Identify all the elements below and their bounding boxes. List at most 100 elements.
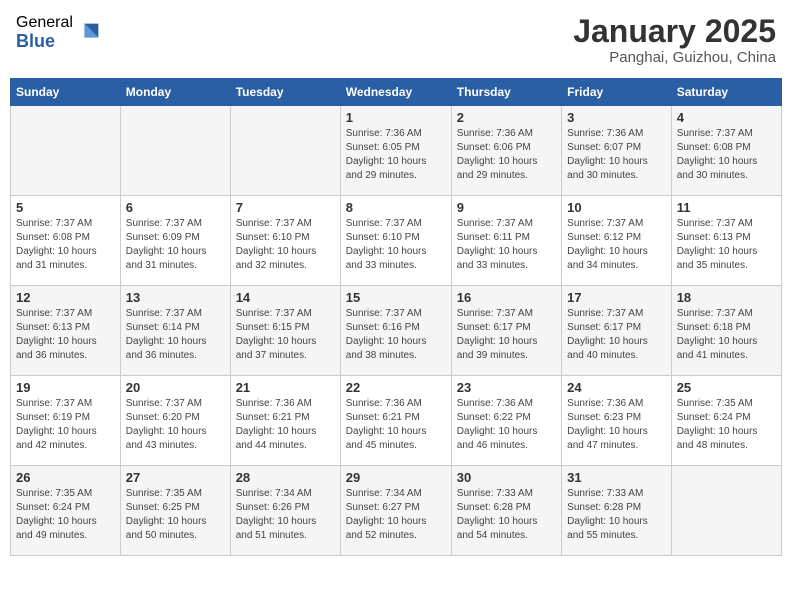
day-number: 30 [457,470,556,485]
calendar-cell: 30 Sunrise: 7:33 AMSunset: 6:28 PMDayligh… [451,466,561,556]
day-info: Sunrise: 7:35 AMSunset: 6:24 PMDaylight:… [16,487,115,543]
day-info: Sunrise: 7:37 AMSunset: 6:08 PMDaylight:… [16,217,115,273]
day-number: 11 [677,200,776,215]
weekday-header: Saturday [671,79,781,106]
calendar-cell: 28 Sunrise: 7:34 AMSunset: 6:26 PMDayligh… [230,466,340,556]
day-info: Sunrise: 7:35 AMSunset: 6:24 PMDaylight:… [677,397,776,453]
day-info: Sunrise: 7:37 AMSunset: 6:12 PMDaylight:… [567,217,666,273]
weekday-header: Tuesday [230,79,340,106]
day-info: Sunrise: 7:37 AMSunset: 6:13 PMDaylight:… [677,217,776,273]
day-number: 25 [677,380,776,395]
logo: General Blue [16,14,103,51]
day-number: 26 [16,470,115,485]
calendar-cell: 8 Sunrise: 7:37 AMSunset: 6:10 PMDaylight… [340,196,451,286]
day-number: 4 [677,110,776,125]
day-number: 1 [346,110,446,125]
day-number: 3 [567,110,666,125]
day-number: 17 [567,290,666,305]
logo-icon [75,19,103,47]
day-number: 9 [457,200,556,215]
day-info: Sunrise: 7:36 AMSunset: 6:21 PMDaylight:… [236,397,335,453]
day-number: 15 [346,290,446,305]
title-block: January 2025 Panghai, Guizhou, China [573,14,776,66]
page-header: General Blue January 2025 Panghai, Guizh… [10,10,782,70]
calendar-week-row: 5 Sunrise: 7:37 AMSunset: 6:08 PMDaylight… [11,196,782,286]
calendar-cell: 2Sunrise: 7:36 AMSunset: 6:06 PMDaylight… [451,106,561,196]
logo-blue: Blue [16,32,73,52]
day-number: 21 [236,380,335,395]
day-info: Sunrise: 7:36 AMSunset: 6:05 PMDaylight:… [346,127,446,183]
day-number: 8 [346,200,446,215]
calendar-cell: 3 Sunrise: 7:36 AMSunset: 6:07 PMDaylight… [562,106,672,196]
calendar-week-row: 26 Sunrise: 7:35 AMSunset: 6:24 PMDayligh… [11,466,782,556]
calendar-cell: 18Sunrise: 7:37 AMSunset: 6:18 PMDayligh… [671,286,781,376]
calendar-cell: 9Sunrise: 7:37 AMSunset: 6:11 PMDaylight… [451,196,561,286]
day-number: 18 [677,290,776,305]
calendar-week-row: 1 Sunrise: 7:36 AMSunset: 6:05 PMDaylight… [11,106,782,196]
calendar-cell: 23Sunrise: 7:36 AMSunset: 6:22 PMDayligh… [451,376,561,466]
calendar-cell: 26 Sunrise: 7:35 AMSunset: 6:24 PMDayligh… [11,466,121,556]
calendar-cell: 13 Sunrise: 7:37 AMSunset: 6:14 PMDayligh… [120,286,230,376]
calendar-cell: 22 Sunrise: 7:36 AMSunset: 6:21 PMDayligh… [340,376,451,466]
day-number: 31 [567,470,666,485]
day-number: 13 [126,290,225,305]
day-info: Sunrise: 7:36 AMSunset: 6:21 PMDaylight:… [346,397,446,453]
calendar-cell: 24 Sunrise: 7:36 AMSunset: 6:23 PMDayligh… [562,376,672,466]
calendar-cell: 15 Sunrise: 7:37 AMSunset: 6:16 PMDayligh… [340,286,451,376]
calendar-cell: 25 Sunrise: 7:35 AMSunset: 6:24 PMDayligh… [671,376,781,466]
location: Panghai, Guizhou, China [573,49,776,66]
day-number: 27 [126,470,225,485]
day-number: 28 [236,470,335,485]
calendar-cell: 27 Sunrise: 7:35 AMSunset: 6:25 PMDayligh… [120,466,230,556]
month-title: January 2025 [573,14,776,49]
day-number: 5 [16,200,115,215]
day-info: Sunrise: 7:37 AMSunset: 6:19 PMDaylight:… [16,397,115,453]
day-info: Sunrise: 7:37 AMSunset: 6:09 PMDaylight:… [126,217,225,273]
day-info: Sunrise: 7:37 AMSunset: 6:10 PMDaylight:… [346,217,446,273]
calendar-cell: 29Sunrise: 7:34 AMSunset: 6:27 PMDayligh… [340,466,451,556]
day-number: 19 [16,380,115,395]
calendar-cell: 11 Sunrise: 7:37 AMSunset: 6:13 PMDayligh… [671,196,781,286]
day-number: 14 [236,290,335,305]
calendar-cell: 7Sunrise: 7:37 AMSunset: 6:10 PMDaylight… [230,196,340,286]
weekday-header: Monday [120,79,230,106]
day-info: Sunrise: 7:36 AMSunset: 6:23 PMDaylight:… [567,397,666,453]
calendar-cell: 17Sunrise: 7:37 AMSunset: 6:17 PMDayligh… [562,286,672,376]
weekday-header: Thursday [451,79,561,106]
day-number: 6 [126,200,225,215]
calendar-cell [671,466,781,556]
day-info: Sunrise: 7:33 AMSunset: 6:28 PMDaylight:… [457,487,556,543]
day-info: Sunrise: 7:37 AMSunset: 6:10 PMDaylight:… [236,217,335,273]
calendar-cell: 10 Sunrise: 7:37 AMSunset: 6:12 PMDayligh… [562,196,672,286]
calendar-cell: 5 Sunrise: 7:37 AMSunset: 6:08 PMDaylight… [11,196,121,286]
logo-general: General [16,14,73,32]
day-info: Sunrise: 7:37 AMSunset: 6:08 PMDaylight:… [677,127,776,183]
day-info: Sunrise: 7:37 AMSunset: 6:16 PMDaylight:… [346,307,446,363]
weekday-header: Wednesday [340,79,451,106]
day-number: 16 [457,290,556,305]
day-number: 22 [346,380,446,395]
day-number: 12 [16,290,115,305]
day-number: 10 [567,200,666,215]
day-info: Sunrise: 7:34 AMSunset: 6:26 PMDaylight:… [236,487,335,543]
day-info: Sunrise: 7:35 AMSunset: 6:25 PMDaylight:… [126,487,225,543]
day-info: Sunrise: 7:36 AMSunset: 6:07 PMDaylight:… [567,127,666,183]
calendar-table: SundayMondayTuesdayWednesdayThursdayFrid… [10,78,782,556]
calendar-cell: 1 Sunrise: 7:36 AMSunset: 6:05 PMDaylight… [340,106,451,196]
weekday-header: Sunday [11,79,121,106]
day-info: Sunrise: 7:33 AMSunset: 6:28 PMDaylight:… [567,487,666,543]
calendar-cell [120,106,230,196]
day-info: Sunrise: 7:36 AMSunset: 6:06 PMDaylight:… [457,127,556,183]
calendar-cell: 12Sunrise: 7:37 AMSunset: 6:13 PMDayligh… [11,286,121,376]
day-info: Sunrise: 7:37 AMSunset: 6:20 PMDaylight:… [126,397,225,453]
day-info: Sunrise: 7:37 AMSunset: 6:14 PMDaylight:… [126,307,225,363]
calendar-cell: 4 Sunrise: 7:37 AMSunset: 6:08 PMDaylight… [671,106,781,196]
day-info: Sunrise: 7:37 AMSunset: 6:15 PMDaylight:… [236,307,335,363]
day-number: 20 [126,380,225,395]
calendar-cell: 19 Sunrise: 7:37 AMSunset: 6:19 PMDayligh… [11,376,121,466]
calendar-week-row: 12Sunrise: 7:37 AMSunset: 6:13 PMDayligh… [11,286,782,376]
day-number: 24 [567,380,666,395]
weekday-header-row: SundayMondayTuesdayWednesdayThursdayFrid… [11,79,782,106]
day-info: Sunrise: 7:37 AMSunset: 6:17 PMDaylight:… [457,307,556,363]
calendar-cell [11,106,121,196]
